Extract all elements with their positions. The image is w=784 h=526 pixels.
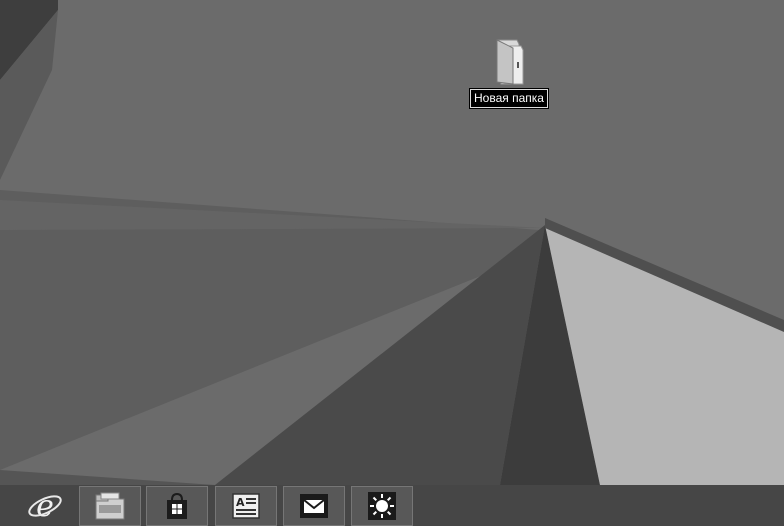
taskbar-internet-explorer[interactable]: e [14,486,76,526]
folder-icon [496,39,524,85]
folder-label[interactable]: Новая папка [469,88,549,109]
taskbar-news-reader[interactable]: A [215,486,277,526]
internet-explorer-icon: e [28,489,62,524]
taskbar-store[interactable] [146,486,208,526]
taskbar-file-explorer[interactable] [79,486,141,526]
taskbar-mail[interactable] [283,486,345,526]
store-icon [167,492,187,519]
taskbar-weather[interactable] [351,486,413,526]
mail-icon [300,494,328,518]
svg-text:e: e [36,489,54,524]
news-reader-icon: A [232,493,260,519]
desktop-wallpaper [0,0,784,526]
file-explorer-icon [95,492,125,520]
desktop-folder[interactable]: Новая папка [463,36,555,109]
weather-sun-icon [368,492,396,520]
taskbar: e A [0,485,784,526]
svg-text:A: A [236,496,245,509]
